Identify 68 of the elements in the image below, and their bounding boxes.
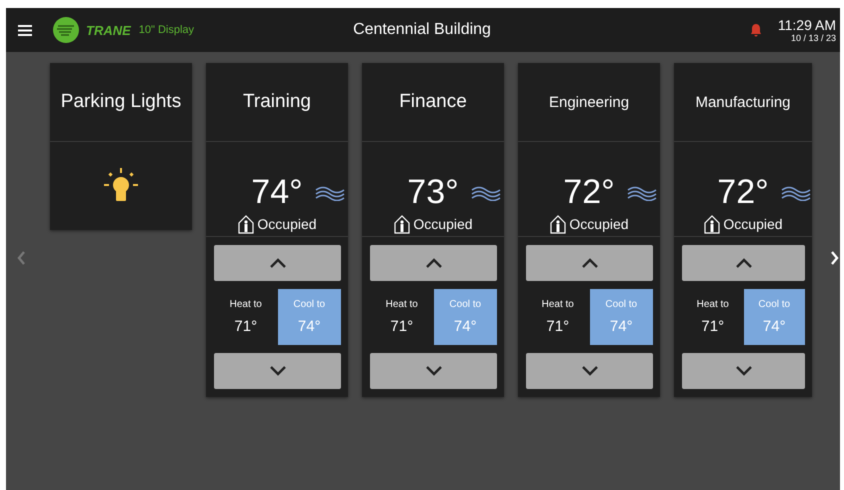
zone-temperature: 72° (563, 173, 615, 212)
chevron-up-icon (268, 258, 286, 268)
setpoint-value: 71° (390, 318, 414, 335)
setpoint-label: Cool to (605, 299, 638, 310)
chevron-up-icon (580, 258, 598, 268)
chevron-right-icon[interactable] (830, 250, 840, 266)
occupied-icon (237, 214, 256, 234)
zone-title: Finance (362, 63, 504, 142)
menu-icon[interactable] (18, 24, 32, 36)
chevron-down-icon (734, 366, 752, 376)
setpoint-value: 74° (762, 318, 786, 335)
fan-icon (314, 185, 345, 201)
clock-date: 10 / 13 / 23 (790, 34, 836, 42)
chevron-up-icon (424, 258, 442, 268)
setpoint-value: 71° (701, 318, 724, 335)
setpoint-option[interactable]: Heat to 71° (214, 289, 278, 345)
zone-title: Training (206, 63, 348, 142)
setpoint-value: 74° (610, 318, 633, 335)
occupancy-status: Occupied (257, 216, 317, 232)
setpoint-label: Cool to (758, 299, 790, 310)
setpoint-label: Cool to (293, 299, 326, 310)
chevron-down-icon (424, 366, 442, 376)
chevron-down-icon (580, 366, 598, 376)
setpoint-label: Heat to (386, 299, 418, 310)
device-label: 10" Display (138, 24, 194, 36)
occupied-icon (393, 214, 412, 234)
setpoint-value: 74° (298, 318, 321, 335)
fan-icon (626, 185, 657, 201)
clock-time: 11:29 AM (778, 18, 836, 32)
setpoint-label: Heat to (696, 299, 729, 310)
setpoint-option[interactable]: Heat to 71° (682, 289, 744, 345)
setpoint-option[interactable]: Heat to 71° (370, 289, 434, 345)
fan-icon (780, 185, 811, 201)
zone-temperature: 74° (251, 173, 303, 212)
chevron-down-icon (268, 366, 286, 376)
lower-button[interactable] (526, 353, 653, 389)
raise-button[interactable] (370, 245, 497, 281)
occupancy-status: Occupied (569, 216, 629, 232)
zone-temperature: 72° (717, 173, 769, 212)
logo-icon (52, 16, 80, 44)
occupied-icon (549, 214, 568, 234)
setpoint-option[interactable]: Heat to 71° (526, 289, 590, 345)
occupied-icon (703, 214, 722, 234)
setpoint-label: Cool to (449, 299, 482, 310)
bell-icon[interactable] (750, 23, 762, 37)
lower-button[interactable] (214, 353, 341, 389)
building-title: Centennial Building (353, 21, 491, 39)
occupancy-status: Occupied (723, 216, 783, 232)
occupancy-status: Occupied (413, 216, 473, 232)
light-tile[interactable]: Parking Lights (50, 63, 192, 230)
setpoint-value: 71° (546, 318, 570, 335)
raise-button[interactable] (526, 245, 653, 281)
setpoint-value: 71° (234, 318, 258, 335)
zone-title: Manufacturing (674, 63, 812, 142)
tile-title: Parking Lights (50, 63, 192, 142)
chevron-up-icon (734, 258, 752, 268)
setpoint-label: Heat to (230, 299, 262, 310)
zone-title: Engineering (518, 63, 660, 142)
brand-name: TRANE (86, 22, 131, 38)
fan-icon (470, 185, 501, 201)
lower-button[interactable] (682, 353, 805, 389)
setpoint-label: Heat to (542, 299, 574, 310)
lower-button[interactable] (370, 353, 497, 389)
zone-temperature: 73° (407, 173, 459, 212)
raise-button[interactable] (682, 245, 805, 281)
setpoint-value: 74° (454, 318, 477, 335)
raise-button[interactable] (214, 245, 341, 281)
chevron-left-icon[interactable] (16, 250, 26, 266)
